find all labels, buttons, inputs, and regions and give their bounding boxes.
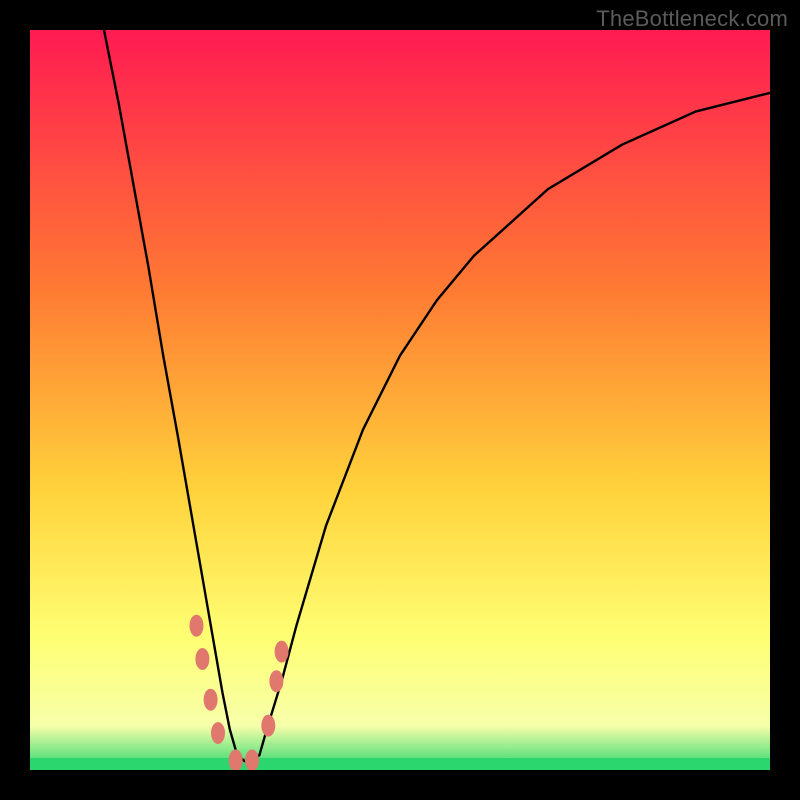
curve-marker <box>211 722 225 744</box>
curve-marker <box>190 615 204 637</box>
curve-marker <box>261 715 275 737</box>
curve-marker <box>275 641 289 663</box>
green-band <box>30 758 770 770</box>
curve-marker <box>195 648 209 670</box>
curve-marker <box>204 689 218 711</box>
chart-svg <box>30 30 770 770</box>
plot-area <box>30 30 770 770</box>
watermark-text: TheBottleneck.com <box>596 6 788 32</box>
gradient-background <box>30 30 770 770</box>
chart-frame: TheBottleneck.com <box>0 0 800 800</box>
curve-marker <box>269 670 283 692</box>
